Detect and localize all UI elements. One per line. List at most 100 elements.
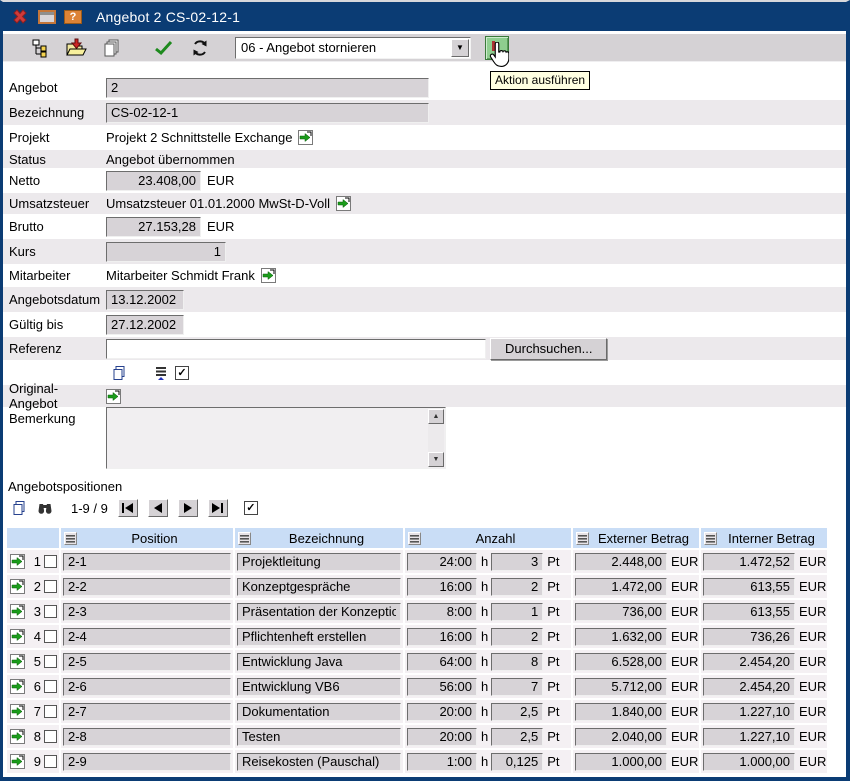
- open-position-icon[interactable]: [10, 554, 25, 569]
- copy-button[interactable]: [99, 36, 125, 60]
- refresh-button[interactable]: [187, 36, 213, 60]
- row-checkbox[interactable]: [44, 555, 57, 568]
- points-input[interactable]: [491, 703, 543, 721]
- referenz-input[interactable]: [106, 339, 486, 359]
- structure-tree-button[interactable]: [27, 36, 53, 60]
- open-position-icon[interactable]: [10, 579, 25, 594]
- hours-input[interactable]: [407, 553, 477, 571]
- copy-reference-icon[interactable]: [109, 364, 129, 382]
- extern-amount-input[interactable]: [575, 628, 667, 646]
- import-button[interactable]: [63, 36, 89, 60]
- open-position-icon[interactable]: [10, 629, 25, 644]
- row-checkbox[interactable]: [44, 705, 57, 718]
- extern-amount-input[interactable]: [575, 653, 667, 671]
- intern-amount-input[interactable]: [703, 703, 795, 721]
- position-input[interactable]: [63, 703, 231, 721]
- intern-amount-input[interactable]: [703, 628, 795, 646]
- extern-amount-input[interactable]: [575, 753, 667, 771]
- hours-input[interactable]: [407, 628, 477, 646]
- header-interner-betrag[interactable]: Interner Betrag: [701, 528, 827, 548]
- hours-input[interactable]: [407, 678, 477, 696]
- select-all-icon[interactable]: ✓: [244, 501, 258, 515]
- header-externer-betrag[interactable]: Externer Betrag: [573, 528, 699, 548]
- intern-amount-input[interactable]: [703, 653, 795, 671]
- bezeichnung-input[interactable]: [237, 728, 401, 746]
- intern-amount-input[interactable]: [703, 578, 795, 596]
- netto-input[interactable]: [106, 171, 201, 191]
- open-position-icon[interactable]: [10, 654, 25, 669]
- points-input[interactable]: [491, 553, 543, 571]
- bezeichnung-input[interactable]: [237, 578, 401, 596]
- brutto-input[interactable]: [106, 217, 201, 237]
- extern-amount-input[interactable]: [575, 678, 667, 696]
- intern-amount-input[interactable]: [703, 678, 795, 696]
- header-position[interactable]: Position: [61, 528, 233, 548]
- copy-position-icon[interactable]: [9, 499, 29, 517]
- position-input[interactable]: [63, 653, 231, 671]
- bezeichnung-input[interactable]: [237, 653, 401, 671]
- row-checkbox[interactable]: [44, 630, 57, 643]
- intern-amount-input[interactable]: [703, 753, 795, 771]
- execute-action-button[interactable]: [485, 36, 509, 60]
- angebotsdatum-input[interactable]: [106, 290, 184, 310]
- extern-amount-input[interactable]: [575, 603, 667, 621]
- browse-button[interactable]: Durchsuchen...: [490, 338, 607, 360]
- column-menu-icon[interactable]: [576, 532, 589, 545]
- search-binoculars-icon[interactable]: [35, 499, 55, 517]
- goto-mitarbeiter-icon[interactable]: [261, 268, 276, 283]
- bezeichnung-input[interactable]: [106, 103, 429, 123]
- bezeichnung-input[interactable]: [237, 553, 401, 571]
- column-menu-icon[interactable]: [238, 532, 251, 545]
- extern-amount-input[interactable]: [575, 553, 667, 571]
- hours-input[interactable]: [407, 728, 477, 746]
- position-input[interactable]: [63, 678, 231, 696]
- extern-amount-input[interactable]: [575, 703, 667, 721]
- scroll-down-icon[interactable]: ▼: [428, 452, 444, 467]
- bezeichnung-input[interactable]: [237, 628, 401, 646]
- hours-input[interactable]: [407, 578, 477, 596]
- points-input[interactable]: [491, 578, 543, 596]
- position-input[interactable]: [63, 578, 231, 596]
- row-checkbox[interactable]: [44, 655, 57, 668]
- intern-amount-input[interactable]: [703, 553, 795, 571]
- points-input[interactable]: [491, 653, 543, 671]
- intern-amount-input[interactable]: [703, 603, 795, 621]
- points-input[interactable]: [491, 628, 543, 646]
- nav-first-button[interactable]: [118, 499, 138, 517]
- nav-prev-button[interactable]: [148, 499, 168, 517]
- open-position-icon[interactable]: [10, 679, 25, 694]
- hours-input[interactable]: [407, 653, 477, 671]
- bezeichnung-input[interactable]: [237, 753, 401, 771]
- position-input[interactable]: [63, 553, 231, 571]
- position-input[interactable]: [63, 728, 231, 746]
- points-input[interactable]: [491, 753, 543, 771]
- open-position-icon[interactable]: [10, 704, 25, 719]
- bezeichnung-input[interactable]: [237, 603, 401, 621]
- open-position-icon[interactable]: [10, 754, 25, 769]
- nav-last-button[interactable]: [208, 499, 228, 517]
- row-checkbox[interactable]: [44, 680, 57, 693]
- open-position-icon[interactable]: [10, 604, 25, 619]
- goto-umsatzsteuer-icon[interactable]: [336, 196, 351, 211]
- bemerkung-scrollbar[interactable]: ▲ ▼: [428, 409, 444, 467]
- points-input[interactable]: [491, 603, 543, 621]
- header-anzahl[interactable]: Anzahl: [405, 528, 571, 548]
- confirm-button[interactable]: [151, 36, 177, 60]
- angebot-input[interactable]: [106, 78, 429, 98]
- column-menu-icon[interactable]: [408, 532, 421, 545]
- bezeichnung-input[interactable]: [237, 703, 401, 721]
- row-checkbox[interactable]: [44, 605, 57, 618]
- position-input[interactable]: [63, 753, 231, 771]
- bemerkung-textarea[interactable]: [108, 409, 426, 467]
- chevron-down-icon[interactable]: ▼: [451, 39, 469, 57]
- extern-amount-input[interactable]: [575, 728, 667, 746]
- open-position-icon[interactable]: [10, 729, 25, 744]
- window-icon[interactable]: [38, 10, 56, 24]
- goto-original-angebot-icon[interactable]: [106, 389, 121, 404]
- intern-amount-input[interactable]: [703, 728, 795, 746]
- close-icon[interactable]: [10, 8, 30, 26]
- hours-input[interactable]: [407, 753, 477, 771]
- position-input[interactable]: [63, 628, 231, 646]
- bezeichnung-input[interactable]: [237, 678, 401, 696]
- row-checkbox[interactable]: [44, 730, 57, 743]
